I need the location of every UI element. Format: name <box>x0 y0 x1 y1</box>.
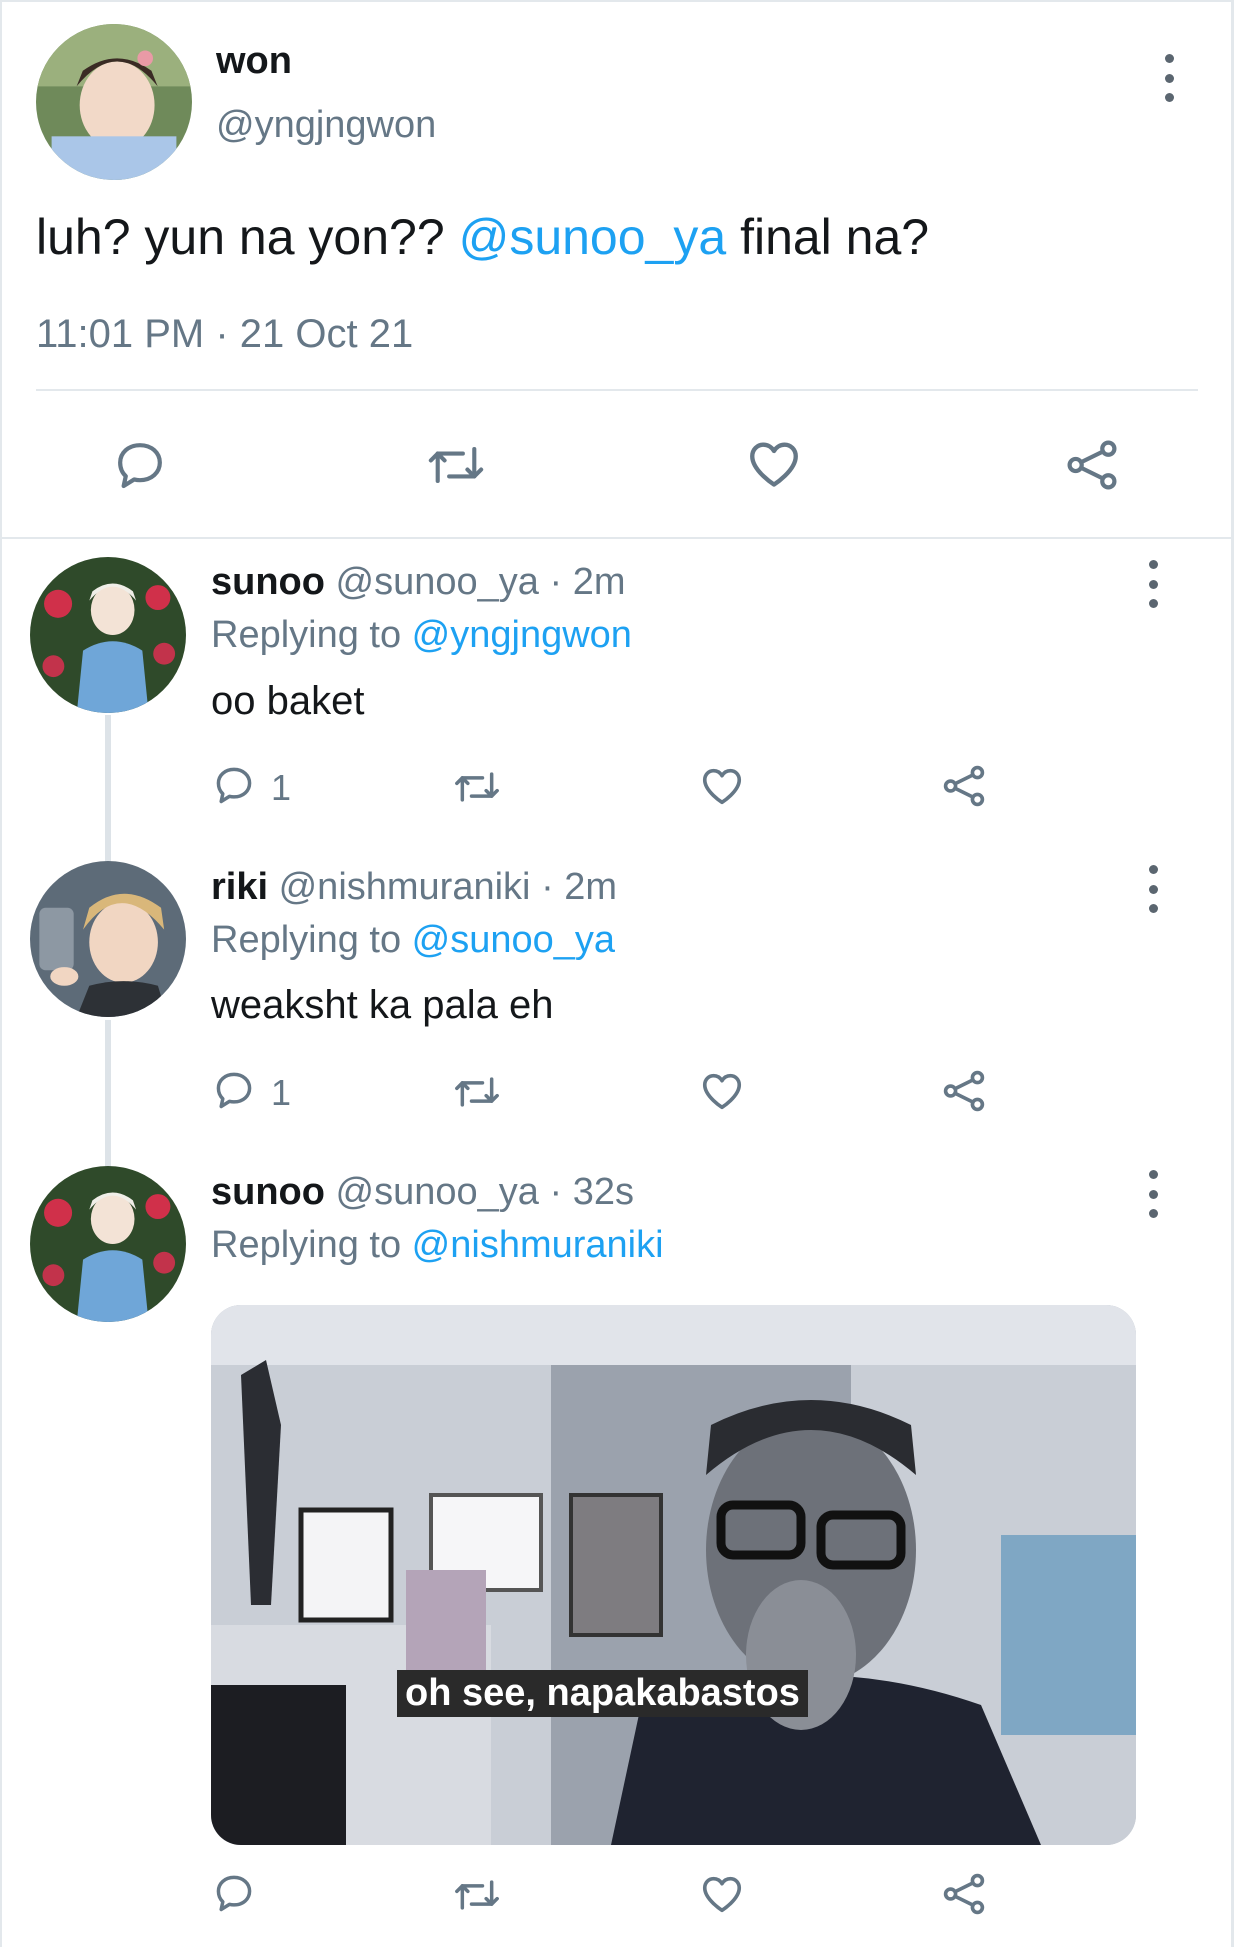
like-icon[interactable] <box>698 763 746 809</box>
thread-line <box>105 715 111 863</box>
replying-to: Replying to @sunoo_ya <box>211 919 615 962</box>
reply-display-name[interactable]: riki <box>211 866 268 908</box>
frame-left-border <box>0 0 2 1947</box>
reply-text: oo baket <box>211 679 365 723</box>
retweet-icon[interactable] <box>451 765 503 809</box>
reply-header: sunoo @sunoo_ya · 32s <box>211 1171 634 1214</box>
replying-to: Replying to @yngjngwon <box>211 614 632 657</box>
replying-to-link[interactable]: @yngjngwon <box>412 614 632 656</box>
share-icon[interactable] <box>941 1871 987 1917</box>
avatar[interactable] <box>30 557 186 713</box>
reply-handle[interactable]: @sunoo_ya <box>336 561 539 603</box>
replying-to-link[interactable]: @nishmuraniki <box>412 1224 664 1266</box>
tweet-text-before: luh? yun na yon?? <box>36 209 459 265</box>
share-icon[interactable] <box>941 763 987 809</box>
reply-handle[interactable]: @sunoo_ya <box>336 1171 539 1213</box>
reply-header: sunoo @sunoo_ya · 2m <box>211 561 626 604</box>
main-display-name[interactable]: won <box>216 40 292 83</box>
reply-count: 1 <box>271 767 292 808</box>
avatar[interactable] <box>30 1166 186 1322</box>
replying-prefix: Replying to <box>211 919 412 961</box>
mention-link[interactable]: @sunoo_ya <box>459 209 727 265</box>
more-icon[interactable] <box>1141 560 1165 608</box>
main-timestamp[interactable]: 11:01 PM · 21 Oct 21 <box>36 312 413 357</box>
media-caption: oh see, napakabastos <box>397 1670 808 1717</box>
retweet-icon[interactable] <box>424 437 488 493</box>
avatar[interactable] <box>36 24 192 180</box>
thread-line <box>105 1020 111 1168</box>
avatar[interactable] <box>30 861 186 1017</box>
more-icon[interactable] <box>1157 54 1181 102</box>
more-icon[interactable] <box>1141 865 1165 913</box>
media-image[interactable]: oh see, napakabastos <box>211 1305 1136 1845</box>
frame-top-border <box>0 0 1234 2</box>
replying-to-link[interactable]: @sunoo_ya <box>412 919 615 961</box>
reply-handle[interactable]: @nishmuraniki <box>279 866 531 908</box>
reply-display-name[interactable]: sunoo <box>211 1171 325 1213</box>
reply-count: 1 <box>271 1072 292 1113</box>
more-icon[interactable] <box>1141 1170 1165 1218</box>
share-icon[interactable] <box>941 1068 987 1114</box>
reply-icon[interactable] <box>212 763 256 807</box>
reply-icon[interactable] <box>112 437 168 493</box>
main-tweet-text: luh? yun na yon?? @sunoo_ya final na? <box>36 208 929 266</box>
section-divider <box>0 537 1234 539</box>
reply-icon[interactable] <box>212 1871 256 1915</box>
replying-prefix: Replying to <box>211 614 412 656</box>
like-icon[interactable] <box>698 1871 746 1917</box>
reply-icon[interactable] <box>212 1068 256 1112</box>
divider <box>36 389 1198 391</box>
replying-prefix: Replying to <box>211 1224 412 1266</box>
retweet-icon[interactable] <box>451 1070 503 1114</box>
reply-header: riki @nishmuraniki · 2m <box>211 866 617 909</box>
reply-time[interactable]: · 2m <box>541 866 617 908</box>
reply-display-name[interactable]: sunoo <box>211 561 325 603</box>
reply-time[interactable]: · 2m <box>550 561 626 603</box>
like-icon[interactable] <box>744 435 804 493</box>
main-handle[interactable]: @yngjngwon <box>216 104 436 147</box>
reply-time[interactable]: · 32s <box>550 1171 634 1213</box>
share-icon[interactable] <box>1064 437 1120 493</box>
tweet-text-after: final na? <box>726 209 930 265</box>
reply-text: weaksht ka pala eh <box>211 983 554 1027</box>
replying-to: Replying to @nishmuraniki <box>211 1224 664 1267</box>
like-icon[interactable] <box>698 1068 746 1114</box>
retweet-icon[interactable] <box>451 1873 503 1917</box>
